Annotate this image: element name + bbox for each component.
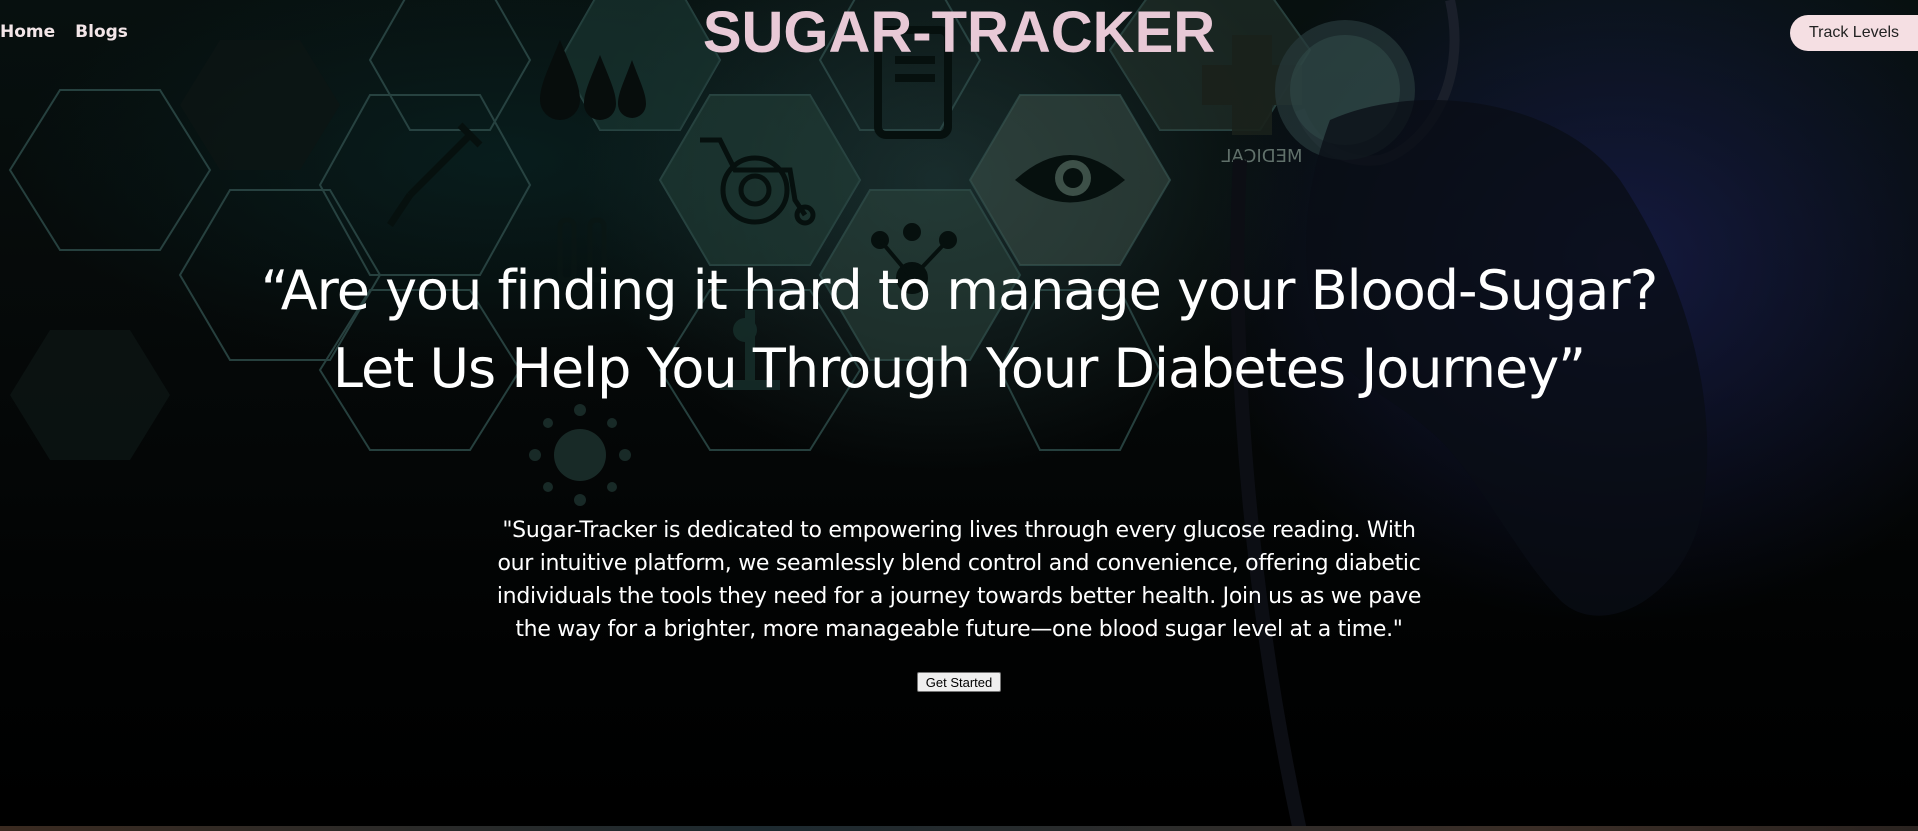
hexagon — [818, 0, 982, 131]
hexagon — [8, 89, 212, 251]
hero-section: MEDICAL — [0, 0, 1918, 831]
hero-headline-line-2: Let Us Help You Through Your Diabetes Jo… — [332, 337, 1586, 400]
medical-hexagon-background: MEDICAL — [8, 0, 1708, 831]
bottom-strip — [0, 826, 1918, 831]
hero-headline-line-1: “Are you finding it hard to manage your … — [260, 259, 1659, 322]
hexagon — [318, 94, 532, 276]
hero-headline: “Are you finding it hard to manage your … — [0, 252, 1918, 408]
document-icon — [874, 26, 952, 139]
nav-link-home[interactable]: Home — [0, 22, 55, 42]
get-started-button[interactable]: Get Started — [917, 672, 1001, 692]
track-levels-button[interactable]: Track Levels — [1790, 15, 1918, 51]
hero-description: "Sugar-Tracker is dedicated to empowerin… — [496, 518, 1422, 642]
syringe-icon — [387, 122, 483, 227]
hexagon — [368, 0, 532, 131]
nav-link-blogs[interactable]: Blogs — [75, 22, 128, 42]
top-nav: Home Blogs — [0, 22, 128, 42]
virus-icon — [529, 404, 631, 506]
